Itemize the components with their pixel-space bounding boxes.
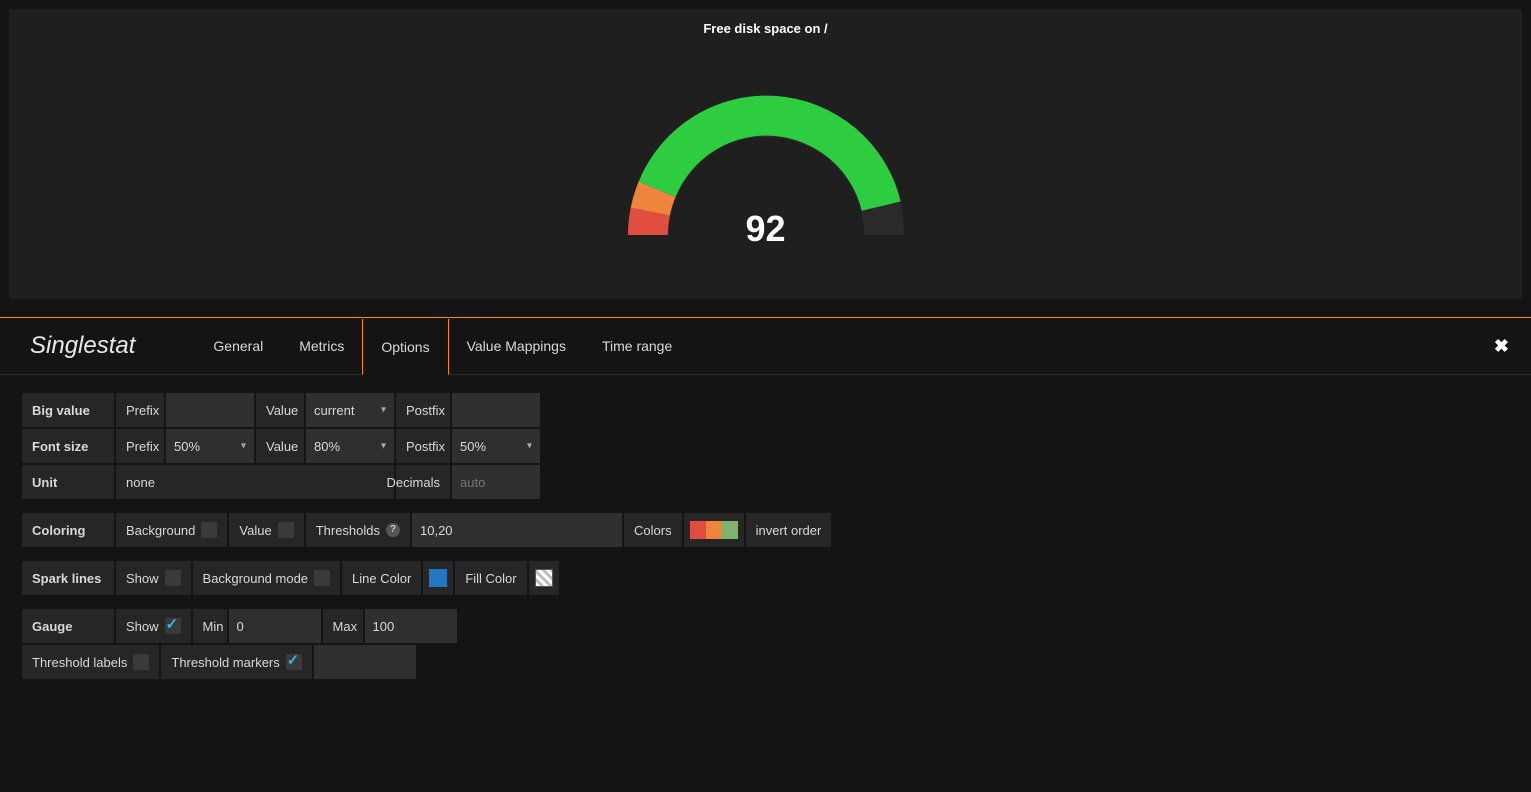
bigvalue-value-select[interactable]: current [306, 393, 394, 427]
spark-fillcolor-swatch[interactable] [529, 561, 559, 595]
tab-general[interactable]: General [195, 318, 281, 374]
gauge-trailing-cell [314, 645, 416, 679]
fontsize-prefix-label: Prefix [116, 429, 164, 463]
fontsize-value-select[interactable]: 80% [306, 429, 394, 463]
spark-linecolor-swatch[interactable] [423, 561, 453, 595]
decimals-input[interactable] [452, 465, 540, 499]
sparklines-section-label: Spark lines [22, 561, 114, 595]
gauge-min-input[interactable] [229, 609, 321, 643]
thresholds-input[interactable] [412, 513, 622, 547]
unit-value[interactable]: none [116, 465, 394, 499]
coloring-background-checkbox[interactable] [201, 522, 217, 538]
gauge-max-label: Max [323, 609, 363, 643]
threshold-labels: Threshold labels [22, 645, 159, 679]
gauge-chart: 92 [606, 50, 926, 250]
fontsize-postfix-label: Postfix [396, 429, 450, 463]
tab-value-mappings[interactable]: Value Mappings [449, 318, 584, 374]
gauge-row: Gauge Show Min Max [22, 609, 1531, 643]
bigvalue-section-label: Big value [22, 393, 114, 427]
editor-header: Singlestat General Metrics Options Value… [0, 318, 1531, 374]
colors-label: Colors [624, 513, 682, 547]
spark-linecolor-label: Line Color [342, 561, 421, 595]
gauge-section-label: Gauge [22, 609, 114, 643]
gauge-show-checkbox[interactable] [165, 618, 181, 634]
bigvalue-postfix-label: Postfix [396, 393, 450, 427]
bigvalue-prefix-label: Prefix [116, 393, 164, 427]
bigvalue-row: Big value Prefix Value current Postfix [22, 393, 1531, 427]
gauge-max-input[interactable] [365, 609, 457, 643]
color-swatch-orange[interactable] [706, 521, 722, 539]
preview-panel: Free disk space on / 92 [9, 9, 1522, 299]
spark-show-checkbox[interactable] [165, 570, 181, 586]
gauge-value: 92 [606, 208, 926, 250]
editor-tabs: General Metrics Options Value Mappings T… [195, 318, 690, 374]
bigvalue-value-label: Value [256, 393, 304, 427]
gauge-min-label: Min [193, 609, 227, 643]
invert-order-button[interactable]: invert order [746, 513, 832, 547]
unit-row: Unit none Decimals [22, 465, 1531, 499]
close-icon[interactable]: ✖ [1494, 336, 1509, 357]
coloring-value-label: Value [229, 513, 303, 547]
panel-editor: Singlestat General Metrics Options Value… [0, 317, 1531, 679]
coloring-thresholds-label: Thresholds ? [306, 513, 410, 547]
gauge-threshold-row: Threshold labels Threshold markers [22, 645, 1531, 679]
sparklines-row: Spark lines Show Background mode Line Co… [22, 561, 1531, 595]
color-swatch-red[interactable] [690, 521, 706, 539]
fontsize-row: Font size Prefix 50% Value 80% Postfix 5… [22, 429, 1531, 463]
color-swatch-green[interactable] [722, 521, 738, 539]
bigvalue-prefix-input[interactable] [166, 393, 254, 427]
threshold-labels-checkbox[interactable] [133, 654, 149, 670]
coloring-section-label: Coloring [22, 513, 114, 547]
coloring-row: Coloring Background Value Thresholds ? C… [22, 513, 1531, 547]
gauge-show: Show [116, 609, 191, 643]
fontsize-postfix-select[interactable]: 50% [452, 429, 540, 463]
tab-options[interactable]: Options [362, 319, 448, 375]
tab-metrics[interactable]: Metrics [281, 318, 362, 374]
spark-fillcolor-label: Fill Color [455, 561, 526, 595]
coloring-background-label: Background [116, 513, 227, 547]
unit-section-label: Unit [22, 465, 114, 499]
panel-title: Free disk space on / [9, 9, 1522, 36]
threshold-markers-checkbox[interactable] [286, 654, 302, 670]
tab-time-range[interactable]: Time range [584, 318, 690, 374]
color-swatches[interactable] [684, 513, 744, 547]
fontsize-value-label: Value [256, 429, 304, 463]
editor-title: Singlestat [30, 332, 135, 360]
options-form: Big value Prefix Value current Postfix F… [0, 374, 1531, 679]
spark-show: Show [116, 561, 191, 595]
help-icon[interactable]: ? [386, 523, 400, 537]
threshold-markers: Threshold markers [161, 645, 311, 679]
bigvalue-postfix-input[interactable] [452, 393, 540, 427]
fontsize-section-label: Font size [22, 429, 114, 463]
fontsize-prefix-select[interactable]: 50% [166, 429, 254, 463]
spark-bgmode-checkbox[interactable] [314, 570, 330, 586]
spark-bgmode: Background mode [193, 561, 341, 595]
coloring-value-checkbox[interactable] [278, 522, 294, 538]
decimals-label: Decimals [396, 465, 450, 499]
